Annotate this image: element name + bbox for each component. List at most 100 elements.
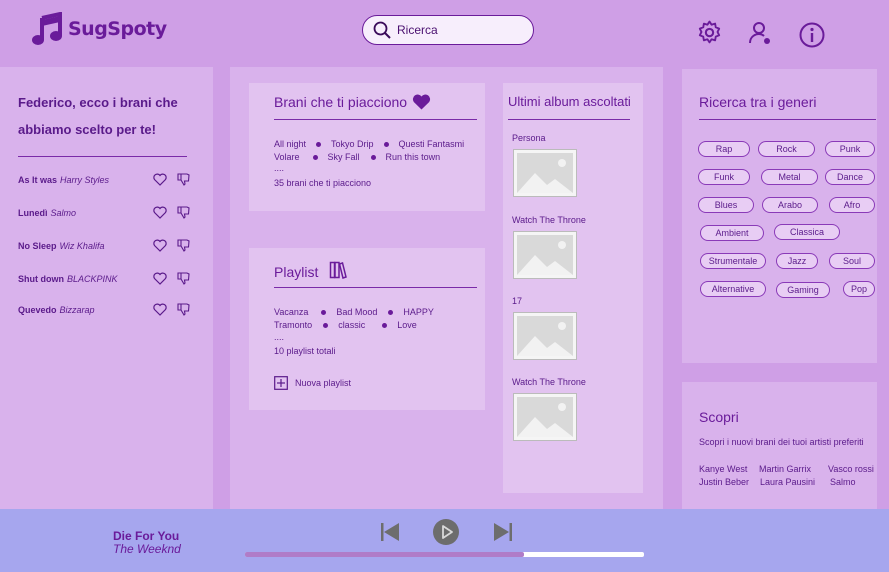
ellipsis: .... [274, 163, 285, 173]
artist-link[interactable]: Vasco rossi [828, 464, 874, 474]
heart-outline-icon[interactable] [153, 272, 167, 285]
progress-bar[interactable] [245, 552, 644, 557]
heart-outline-icon[interactable] [153, 239, 167, 252]
bullet [370, 155, 376, 160]
gear-icon[interactable] [697, 20, 722, 45]
genre-pill-metal[interactable]: Metal [761, 169, 818, 185]
song-title: Shut down [18, 274, 64, 284]
image-placeholder-icon [517, 322, 573, 356]
thumbs-down-icon[interactable] [177, 173, 190, 186]
liked-song[interactable]: Run this town [386, 151, 441, 164]
playlist-title: Playlist [274, 264, 319, 280]
app-logo[interactable]: SugSpoty [30, 12, 167, 46]
genre-pill-dance[interactable]: Dance [825, 169, 875, 185]
genre-pill-afro[interactable]: Afro [829, 197, 875, 213]
genre-pill-funk[interactable]: Funk [698, 169, 750, 185]
discover-title: Scopri [699, 409, 739, 425]
song-title: As It was [18, 175, 58, 185]
thumbs-down-icon[interactable] [177, 239, 190, 252]
liked-total: 35 brani che ti piacciono [274, 178, 372, 188]
song-artist: Wiz Khalifa [59, 241, 105, 251]
suggestions-panel: Federico, ecco i brani che abbiamo scelt… [0, 67, 213, 509]
genre-pill-jazz[interactable]: Jazz [776, 253, 818, 269]
search-bar[interactable] [362, 15, 534, 45]
liked-song[interactable]: Sky Fall [328, 151, 360, 164]
list-item[interactable]: Shut down BLACKPINK [18, 272, 190, 286]
liked-song[interactable]: All night [274, 138, 306, 151]
image-placeholder-icon [517, 159, 573, 193]
search-input[interactable] [397, 23, 527, 37]
playlist-item[interactable]: Vacanza [274, 306, 308, 319]
genre-pill-punk[interactable]: Punk [825, 141, 875, 157]
playlist-item[interactable]: Tramonto [274, 319, 312, 332]
skip-previous-icon[interactable] [380, 522, 400, 542]
artist-link[interactable]: Martin Garrix [759, 464, 811, 474]
playlist-card[interactable]: Playlist Vacanza Bad Mood HAPPY Tramonto… [249, 248, 485, 410]
list-item[interactable]: As It was Harry Styles [18, 173, 190, 187]
playlist-item[interactable]: HAPPY [403, 306, 434, 319]
info-icon[interactable] [799, 22, 825, 48]
progress-fill [245, 552, 525, 557]
list-item[interactable]: Lunedì Salmo [18, 206, 190, 220]
album-title: 17 [512, 296, 523, 306]
genre-pill-alternative[interactable]: Alternative [700, 281, 766, 297]
genre-pill-rock[interactable]: Rock [758, 141, 815, 157]
liked-row-1: All night Tokyo Drip Questi Fantasmi [274, 138, 464, 151]
genre-pill-arabo[interactable]: Arabo [762, 197, 818, 213]
bullet [321, 310, 327, 315]
heart-outline-icon[interactable] [153, 303, 167, 316]
image-placeholder-icon [517, 403, 573, 437]
genre-pill-rap[interactable]: Rap [698, 141, 750, 157]
album-cover[interactable] [513, 393, 577, 441]
image-placeholder-icon [517, 241, 573, 275]
playlist-item[interactable]: Love [397, 319, 417, 332]
heart-outline-icon[interactable] [153, 206, 167, 219]
plus-icon [274, 376, 288, 390]
album-title: Watch The Throne [512, 377, 586, 387]
genre-pill-pop[interactable]: Pop [843, 281, 875, 297]
liked-songs-card[interactable]: Brani che ti piacciono All night Tokyo D… [249, 83, 485, 211]
album-cover[interactable] [513, 312, 577, 360]
user-icon[interactable] [748, 21, 772, 45]
liked-song[interactable]: Tokyo Drip [331, 138, 374, 151]
genre-pill-gaming[interactable]: Gaming [776, 282, 830, 298]
thumbs-down-icon[interactable] [177, 206, 190, 219]
song-title: Quevedo [18, 305, 57, 315]
playlist-total: 10 playlist totali [274, 346, 336, 356]
thumbs-down-icon[interactable] [177, 303, 190, 316]
song-artist: BLACKPINK [67, 274, 118, 284]
song-artist: Bizzarap [59, 305, 95, 315]
list-item[interactable]: No Sleep Wiz Khalifa [18, 239, 190, 253]
playlist-item[interactable]: Bad Mood [336, 306, 377, 319]
thumbs-down-icon[interactable] [177, 272, 190, 285]
list-item[interactable]: Quevedo Bizzarap [18, 303, 190, 317]
album-cover[interactable] [513, 231, 577, 279]
heart-outline-icon[interactable] [153, 173, 167, 186]
divider [274, 287, 477, 288]
genre-pill-ambient[interactable]: Ambient [700, 225, 764, 241]
music-note-icon [32, 12, 62, 45]
bullet [323, 323, 329, 328]
artist-link[interactable]: Salmo [830, 477, 856, 487]
playlist-item[interactable]: classic [338, 319, 365, 332]
bullet [312, 155, 318, 160]
genre-pill-strumentale[interactable]: Strumentale [700, 253, 766, 269]
suggestions-title-line2: abbiamo scelto per te! [18, 122, 156, 137]
play-icon[interactable] [432, 518, 460, 546]
bullet [388, 310, 394, 315]
new-playlist-button[interactable]: Nuova playlist [274, 376, 351, 390]
genre-pill-soul[interactable]: Soul [829, 253, 875, 269]
artist-link[interactable]: Laura Pausini [760, 477, 815, 487]
genres-panel: Ricerca tra i generi Rap Rock Punk Funk … [682, 69, 877, 363]
artist-link[interactable]: Kanye West [699, 464, 747, 474]
app-name: SugSpoty [68, 18, 167, 40]
song-artist: Harry Styles [60, 175, 110, 185]
skip-next-icon[interactable] [493, 522, 513, 542]
now-playing-title: Die For You [113, 529, 180, 543]
liked-song[interactable]: Questi Fantasmi [399, 138, 465, 151]
genre-pill-blues[interactable]: Blues [698, 197, 754, 213]
artist-link[interactable]: Justin Beber [699, 477, 749, 487]
divider [699, 119, 876, 120]
genre-pill-classica[interactable]: Classica [774, 224, 840, 240]
album-cover[interactable] [513, 149, 577, 197]
